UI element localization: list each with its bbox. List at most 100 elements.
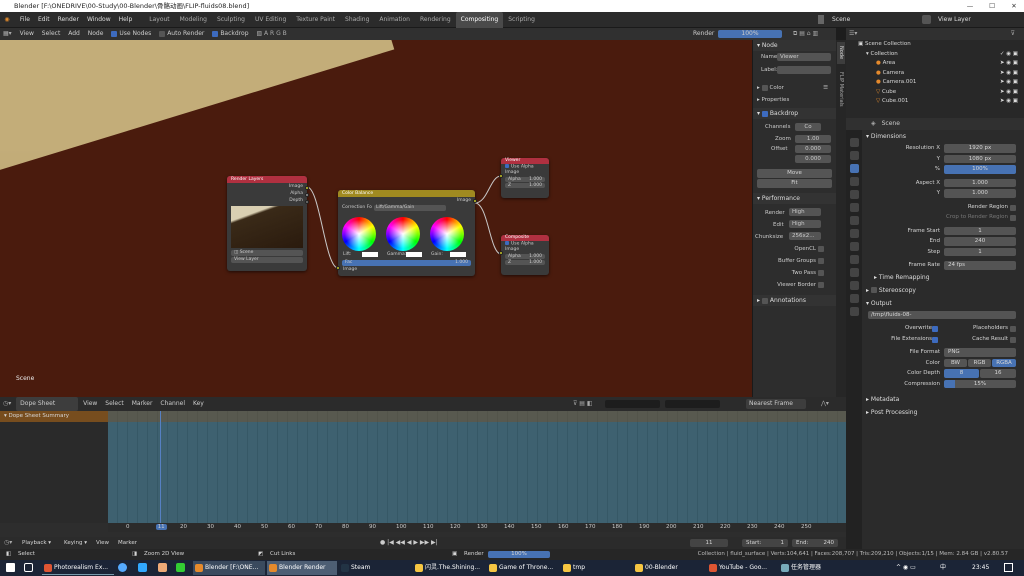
filter-icons[interactable]: ⊽ ▤ ◧ — [570, 397, 596, 411]
visibility-icons[interactable]: ➤ ◉ ▣ — [1000, 69, 1018, 79]
composite-z-field[interactable]: Z 1.000 — [505, 260, 545, 265]
auto-render-toggle[interactable]: Auto Render — [156, 28, 207, 40]
menu-window[interactable]: Window — [83, 12, 115, 28]
taskbar-app[interactable]: YouTube - Goo... — [707, 561, 777, 575]
socket-image[interactable] — [305, 186, 309, 190]
tab-flip-materials[interactable]: FLIP Materials — [837, 66, 845, 112]
composite-alpha-field[interactable]: Alpha 1.000 — [505, 254, 545, 259]
lift-swatch[interactable] — [362, 252, 378, 257]
gain-swatch[interactable] — [450, 252, 466, 257]
tab-texture-paint[interactable]: Texture Paint — [291, 12, 340, 28]
app-icon[interactable] — [158, 563, 167, 572]
frame-ruler[interactable]: 0 11 20 30 40 50 60 70 80 90 100 110 120 130 140 150 160… — [108, 523, 846, 532]
performance-section-header[interactable]: ▾ Performance — [753, 193, 836, 204]
fac-slider[interactable]: Fac 1.000 — [342, 260, 471, 266]
scene-tab-icon[interactable] — [850, 190, 859, 199]
world-tab-icon[interactable] — [850, 203, 859, 212]
gamma-swatch[interactable] — [406, 252, 422, 257]
tab-sculpting[interactable]: Sculpting — [212, 12, 250, 28]
render-layers-node[interactable]: Render Layers Image Alpha Depth ◫ Scene … — [227, 176, 309, 271]
tab-compositing[interactable]: Compositing — [455, 12, 504, 28]
windows-start-icon[interactable] — [6, 563, 15, 572]
playback-controls[interactable]: ● |◀ ◀◀ ◀ ▶ ▶▶ ▶| — [380, 537, 438, 549]
overwrite-row[interactable]: Overwrite Placeholders — [846, 323, 1024, 334]
outliner-item[interactable]: ▽ Cube ➤ ◉ ▣ — [846, 88, 1024, 98]
offset-x-field[interactable]: 0.000 — [795, 145, 831, 153]
socket-depth[interactable] — [305, 200, 309, 204]
collection-filter-field[interactable] — [605, 400, 660, 408]
taskbar-app[interactable]: tmp — [561, 561, 631, 575]
visibility-icons[interactable]: ➤ ◉ ▣ — [1000, 78, 1018, 88]
tab-node[interactable]: Node — [837, 42, 845, 64]
visibility-icons[interactable]: ➤ ◉ ▣ — [1000, 88, 1018, 98]
frame-start-field[interactable]: 1 — [944, 226, 1016, 235]
compression-slider[interactable]: 15% — [944, 379, 1016, 388]
photoshop-icon[interactable] — [138, 563, 147, 572]
socket-alpha[interactable] — [305, 193, 309, 197]
menu-select[interactable]: Select — [39, 28, 64, 40]
view-layer-tab-icon[interactable] — [850, 177, 859, 186]
socket-composite-image[interactable] — [499, 251, 503, 255]
depth-16-button[interactable]: 16 — [980, 369, 1016, 378]
view-menu[interactable]: View — [96, 537, 109, 549]
editor-type-icon[interactable]: ◷▾ — [4, 537, 12, 549]
input-language[interactable]: 中 — [940, 560, 946, 576]
tab-uv-editing[interactable]: UV Editing — [250, 12, 291, 28]
node-section-header[interactable]: ▾ Node — [753, 40, 836, 51]
task-view-icon[interactable] — [24, 563, 33, 572]
chunksize-dropdown[interactable]: 256x2... — [789, 232, 821, 240]
buffer-groups-row[interactable]: Buffer Groups — [753, 255, 836, 267]
playback-menu[interactable]: Playback ▾ — [22, 537, 51, 549]
opencl-row[interactable]: OpenCL — [753, 243, 836, 255]
socket-input-image[interactable] — [336, 266, 340, 270]
frame-step-field[interactable]: 1 — [944, 247, 1016, 256]
taskbar-app[interactable]: Blender [F:\ONE... — [193, 561, 265, 575]
menu-file[interactable]: File — [16, 12, 34, 28]
taskbar-app[interactable]: Game of Throne... — [487, 561, 559, 575]
color-rgba-button[interactable]: RGBA — [992, 358, 1016, 367]
time-remapping-header[interactable]: ▸ Time Remapping — [846, 271, 1024, 284]
depth-8-button[interactable]: 8 — [944, 369, 979, 378]
lift-color-wheel[interactable] — [342, 217, 376, 251]
zoom-field[interactable]: 1.00 — [795, 135, 831, 143]
header-icons[interactable]: ⧉ ▤ ⌂ ▥ — [790, 28, 821, 40]
menu-view[interactable]: View — [80, 397, 100, 411]
filter-icon[interactable]: ⊽ — [1008, 28, 1018, 40]
particles-tab-icon[interactable] — [850, 242, 859, 251]
search-field[interactable] — [665, 400, 720, 408]
menu-add[interactable]: Add — [65, 28, 83, 40]
two-pass-row[interactable]: Two Pass — [753, 267, 836, 279]
taskbar-app[interactable]: 任务管理器 — [779, 561, 841, 575]
modifier-tab-icon[interactable] — [850, 229, 859, 238]
menu-key[interactable]: Key — [190, 397, 207, 411]
keyframe-area[interactable] — [108, 411, 846, 523]
marker-menu[interactable]: Marker — [118, 537, 137, 549]
name-field[interactable]: Viewer — [777, 53, 831, 61]
menu-channel[interactable]: Channel — [157, 397, 188, 411]
socket-viewer-image[interactable] — [499, 174, 503, 178]
taskbar-app[interactable]: Photorealism Ex... — [42, 561, 114, 575]
outliner-type-icon[interactable]: ☰▾ — [846, 28, 860, 40]
backdrop-section-header[interactable]: ▾ Backdrop — [753, 108, 836, 119]
end-frame-field[interactable]: End: 240 — [792, 539, 838, 547]
keying-menu[interactable]: Keying ▾ — [64, 537, 87, 549]
visibility-icons[interactable]: ➤ ◉ ▣ — [1000, 59, 1018, 69]
scene-field[interactable]: ◫ Scene — [231, 250, 303, 256]
taskbar-app[interactable]: 闪灵.The.Shining... — [413, 561, 485, 575]
tab-rendering[interactable]: Rendering — [415, 12, 456, 28]
playhead-line[interactable] — [160, 411, 161, 529]
tab-modeling[interactable]: Modeling — [175, 12, 212, 28]
taskbar-app[interactable]: Steam — [339, 561, 411, 575]
viewer-z-field[interactable]: Z 1.000 — [505, 183, 545, 188]
tray-icons[interactable]: ^ ◉ ▭ — [896, 560, 916, 576]
color-balance-node[interactable]: Color Balance Image Correction Fo Lift/Ga… — [336, 190, 477, 276]
maximize-button[interactable]: ☐ — [982, 0, 1002, 12]
snap-mode-dropdown[interactable]: Nearest Frame — [746, 399, 806, 409]
composite-node[interactable]: Composite Use Alpha Image Alpha 1.000 Z 1.… — [499, 235, 549, 275]
file-extensions-row[interactable]: File Extensions Cache Result — [846, 334, 1024, 345]
color-row[interactable]: ▸ Color ☰ — [753, 81, 836, 95]
frame-rate-dropdown[interactable]: 24 fps — [944, 261, 1016, 270]
post-processing-header[interactable]: ▸ Post Processing — [846, 406, 1024, 419]
taskbar-app[interactable]: Blender Render — [267, 561, 337, 575]
aspect-x-field[interactable]: 1.000 — [944, 178, 1016, 187]
